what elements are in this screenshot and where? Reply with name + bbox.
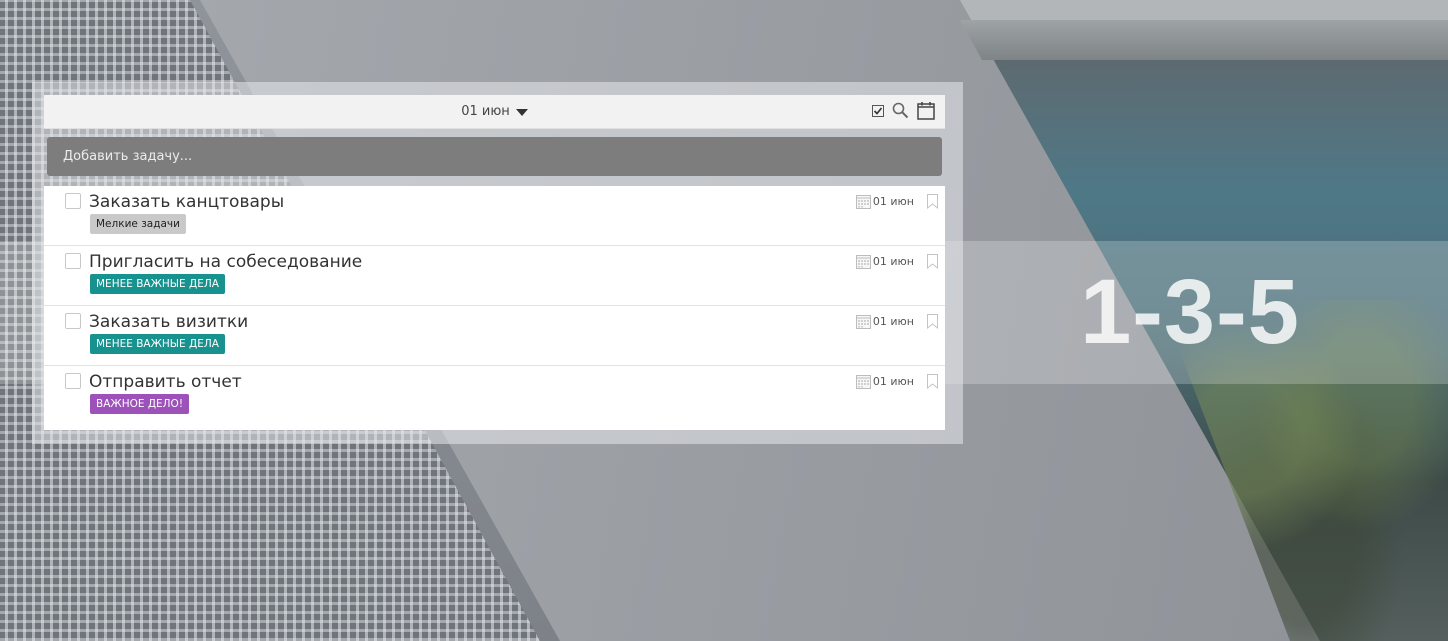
task-row: Заказать визитки МЕНЕЕ ВАЖНЫЕ ДЕЛА 01 ию… [44,306,945,366]
task-due-label: 01 июн [872,315,914,328]
bookmark-icon[interactable] [927,194,938,213]
bookmark-icon[interactable] [927,254,938,273]
task-title[interactable]: Пригласить на собеседование [89,252,362,272]
calendar-small-icon [855,195,871,209]
task-title[interactable]: Заказать визитки [89,312,248,332]
add-task-input[interactable] [47,137,942,176]
brand-logo: 1-3-5 [1080,261,1300,363]
checkbox-icon[interactable] [872,104,884,117]
task-due-date[interactable]: 01 июн [855,314,914,329]
date-selector-label: 01 июн [461,104,510,119]
task-due-date[interactable]: 01 июн [855,254,914,269]
calendar-icon[interactable] [917,101,935,120]
background-ceiling [960,20,1448,60]
task-row: Отправить отчет ВАЖНОЕ ДЕЛО! 01 июн [44,366,945,426]
task-due-date[interactable]: 01 июн [855,374,914,389]
task-due-label: 01 июн [872,255,914,268]
date-selector[interactable]: 01 июн [44,95,945,128]
task-row: Пригласить на собеседование МЕНЕЕ ВАЖНЫЕ… [44,246,945,306]
task-tag: МЕНЕЕ ВАЖНЫЕ ДЕЛА [90,274,225,294]
task-tag: МЕНЕЕ ВАЖНЫЕ ДЕЛА [90,334,225,354]
task-checkbox[interactable] [65,313,81,329]
task-due-label: 01 июн [872,375,914,388]
todo-panel: 01 июн Добавить задачу... Заказать канцт… [32,82,963,444]
task-row: Заказать канцтовары Мелкие задачи 01 июн [44,186,945,246]
add-task-bar [47,137,942,176]
caret-down-icon [515,108,528,116]
toolbar: 01 июн [44,95,945,129]
calendar-small-icon [855,255,871,269]
task-checkbox[interactable] [65,373,81,389]
task-title[interactable]: Заказать канцтовары [89,192,284,212]
task-list: Заказать канцтовары Мелкие задачи 01 июн… [44,186,945,430]
search-icon[interactable] [892,102,909,119]
bookmark-icon[interactable] [927,314,938,333]
calendar-small-icon [855,315,871,329]
task-tag: Мелкие задачи [90,214,186,234]
task-due-date[interactable]: 01 июн [855,194,914,209]
toolbar-tools [872,101,935,120]
bookmark-icon[interactable] [927,374,938,393]
task-checkbox[interactable] [65,253,81,269]
task-due-label: 01 июн [872,195,914,208]
task-title[interactable]: Отправить отчет [89,372,242,392]
calendar-small-icon [855,375,871,389]
task-tag: ВАЖНОЕ ДЕЛО! [90,394,190,414]
task-checkbox[interactable] [65,193,81,209]
